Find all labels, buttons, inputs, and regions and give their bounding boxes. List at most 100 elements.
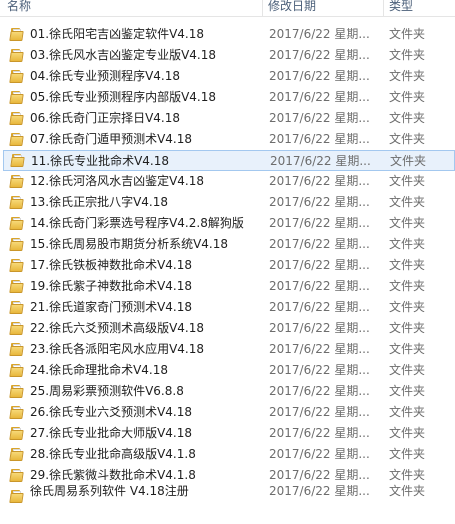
folder-row[interactable]: 15.徐氏周易股市期货分析系统V4.18 2017/6/22 星期... 文件夹 bbox=[0, 234, 455, 255]
column-header-name[interactable]: 名称 bbox=[7, 0, 252, 16]
folder-type: 文件夹 bbox=[389, 363, 426, 377]
folder-row[interactable]: 07.徐氏奇门遁甲预测术V4.18 2017/6/22 星期... 文件夹 bbox=[0, 129, 455, 150]
folder-icon bbox=[9, 301, 24, 314]
folder-row[interactable]: 14.徐氏奇门彩票选号程序V4.2.8解狗版 2017/6/22 星期... 文件夹 bbox=[0, 213, 455, 234]
folder-date-modified: 2017/6/22 星期... bbox=[269, 216, 370, 230]
folder-icon bbox=[9, 175, 24, 188]
folder-type: 文件夹 bbox=[389, 237, 426, 251]
folder-type: 文件夹 bbox=[389, 48, 426, 62]
folder-row[interactable]: 06.徐氏奇门正宗择日V4.18 2017/6/22 星期... 文件夹 bbox=[0, 108, 455, 129]
folder-name: 14.徐氏奇门彩票选号程序V4.2.8解狗版 bbox=[30, 216, 244, 230]
folder-date-modified: 2017/6/22 星期... bbox=[269, 321, 370, 335]
folder-type: 文件夹 bbox=[389, 216, 426, 230]
folder-row[interactable]: 05.徐氏专业预测程序内部版V4.18 2017/6/22 星期... 文件夹 bbox=[0, 87, 455, 108]
folder-name: 21.徐氏道家奇门预测术V4.18 bbox=[30, 300, 193, 314]
folder-type: 文件夹 bbox=[389, 405, 426, 419]
folder-type: 文件夹 bbox=[389, 174, 426, 188]
folder-row[interactable]: 25.周易彩票预测软件V6.8.8 2017/6/22 星期... 文件夹 bbox=[0, 381, 455, 402]
folder-row[interactable]: 17.徐氏铁板神数批命术V4.18 2017/6/22 星期... 文件夹 bbox=[0, 255, 455, 276]
folder-date-modified: 2017/6/22 星期... bbox=[269, 405, 370, 419]
folder-icon bbox=[9, 70, 24, 83]
folder-date-modified: 2017/6/22 星期... bbox=[269, 384, 370, 398]
folder-icon bbox=[9, 238, 24, 251]
folder-name: 04.徐氏专业预测程序V4.18 bbox=[30, 69, 181, 83]
folder-name: 23.徐氏各派阳宅风水应用V4.18 bbox=[30, 342, 205, 356]
folder-name: 03.徐氏风水吉凶鉴定专业版V4.18 bbox=[30, 48, 217, 62]
folder-row[interactable]: 01.徐氏阳宅吉凶鉴定软件V4.18 2017/6/22 星期... 文件夹 bbox=[0, 24, 455, 45]
folder-row[interactable]: 27.徐氏专业批命大师版V4.18 2017/6/22 星期... 文件夹 bbox=[0, 423, 455, 444]
folder-icon bbox=[9, 490, 24, 503]
folder-icon bbox=[9, 406, 24, 419]
folder-type: 文件夹 bbox=[389, 484, 426, 498]
folder-type: 文件夹 bbox=[389, 447, 426, 461]
folder-icon bbox=[9, 448, 24, 461]
folder-name: 13.徐氏正宗批八字V4.18 bbox=[30, 195, 169, 209]
folder-row[interactable]: 28.徐氏专业批命高级版V4.1.8 2017/6/22 星期... 文件夹 bbox=[0, 444, 455, 465]
folder-name: 28.徐氏专业批命高级版V4.1.8 bbox=[30, 447, 196, 461]
folder-date-modified: 2017/6/22 星期... bbox=[269, 90, 370, 104]
folder-name: 27.徐氏专业批命大师版V4.18 bbox=[30, 426, 193, 440]
folder-type: 文件夹 bbox=[389, 300, 426, 314]
folder-icon bbox=[9, 469, 24, 482]
folder-date-modified: 2017/6/22 星期... bbox=[269, 195, 370, 209]
folder-name: 25.周易彩票预测软件V6.8.8 bbox=[30, 384, 184, 398]
folder-type: 文件夹 bbox=[390, 154, 427, 168]
folder-row[interactable]: 04.徐氏专业预测程序V4.18 2017/6/22 星期... 文件夹 bbox=[0, 66, 455, 87]
file-list: 01.徐氏阳宅吉凶鉴定软件V4.18 2017/6/22 星期... 文件夹 03.徐… bbox=[0, 24, 455, 507]
folder-date-modified: 2017/6/22 星期... bbox=[269, 447, 370, 461]
folder-icon bbox=[9, 112, 24, 125]
folder-name: 07.徐氏奇门遁甲预测术V4.18 bbox=[30, 132, 193, 146]
folder-row[interactable]: 13.徐氏正宗批八字V4.18 2017/6/22 星期... 文件夹 bbox=[0, 192, 455, 213]
folder-date-modified: 2017/6/22 星期... bbox=[269, 258, 370, 272]
column-header-type[interactable]: 类型 bbox=[389, 0, 449, 16]
folder-date-modified: 2017/6/22 星期... bbox=[269, 174, 370, 188]
folder-type: 文件夹 bbox=[389, 69, 426, 83]
column-header-bar: 名称 修改日期 类型 bbox=[0, 0, 455, 17]
column-divider[interactable] bbox=[383, 0, 384, 16]
folder-row[interactable]: 23.徐氏各派阳宅风水应用V4.18 2017/6/22 星期... 文件夹 bbox=[0, 339, 455, 360]
column-header-date-modified[interactable]: 修改日期 bbox=[268, 0, 378, 16]
folder-icon bbox=[9, 427, 24, 440]
folder-name: 05.徐氏专业预测程序内部版V4.18 bbox=[30, 90, 217, 104]
folder-icon bbox=[9, 385, 24, 398]
folder-row[interactable]: 26.徐氏专业六爻预测术V4.18 2017/6/22 星期... 文件夹 bbox=[0, 402, 455, 423]
folder-name: 24.徐氏命理批命术V4.18 bbox=[30, 363, 169, 377]
folder-row[interactable]: 21.徐氏道家奇门预测术V4.18 2017/6/22 星期... 文件夹 bbox=[0, 297, 455, 318]
folder-type: 文件夹 bbox=[389, 321, 426, 335]
folder-date-modified: 2017/6/22 星期... bbox=[269, 300, 370, 314]
folder-type: 文件夹 bbox=[389, 384, 426, 398]
folder-date-modified: 2017/6/22 星期... bbox=[269, 69, 370, 83]
folder-name: 06.徐氏奇门正宗择日V4.18 bbox=[30, 111, 181, 125]
folder-name: 22.徐氏六爻预测术高级版V4.18 bbox=[30, 321, 205, 335]
folder-row[interactable]: 11.徐氏专业批命术V4.18 2017/6/22 星期... 文件夹 bbox=[3, 150, 455, 171]
folder-date-modified: 2017/6/22 星期... bbox=[269, 27, 370, 41]
folder-name: 01.徐氏阳宅吉凶鉴定软件V4.18 bbox=[30, 27, 205, 41]
folder-type: 文件夹 bbox=[389, 279, 426, 293]
folder-row[interactable]: 徐氏周易系列软件 V4.18注册 2017/6/22 星期... 文件夹 bbox=[0, 484, 455, 507]
folder-type: 文件夹 bbox=[389, 195, 426, 209]
folder-name: 26.徐氏专业六爻预测术V4.18 bbox=[30, 405, 193, 419]
folder-row[interactable]: 12.徐氏河洛风水吉凶鉴定V4.18 2017/6/22 星期... 文件夹 bbox=[0, 171, 455, 192]
folder-date-modified: 2017/6/22 星期... bbox=[269, 363, 370, 377]
folder-row[interactable]: 19.徐氏紫子神数批命术V4.18 2017/6/22 星期... 文件夹 bbox=[0, 276, 455, 297]
folder-date-modified: 2017/6/22 星期... bbox=[269, 426, 370, 440]
folder-icon bbox=[10, 154, 25, 167]
folder-type: 文件夹 bbox=[389, 27, 426, 41]
folder-type: 文件夹 bbox=[389, 426, 426, 440]
folder-row[interactable]: 24.徐氏命理批命术V4.18 2017/6/22 星期... 文件夹 bbox=[0, 360, 455, 381]
folder-row[interactable]: 22.徐氏六爻预测术高级版V4.18 2017/6/22 星期... 文件夹 bbox=[0, 318, 455, 339]
folder-type: 文件夹 bbox=[389, 342, 426, 356]
folder-icon bbox=[9, 322, 24, 335]
folder-icon bbox=[9, 49, 24, 62]
folder-date-modified: 2017/6/22 星期... bbox=[269, 279, 370, 293]
column-divider[interactable] bbox=[262, 0, 263, 16]
folder-icon bbox=[9, 91, 24, 104]
folder-icon bbox=[9, 133, 24, 146]
folder-name: 17.徐氏铁板神数批命术V4.18 bbox=[30, 258, 193, 272]
folder-type: 文件夹 bbox=[389, 258, 426, 272]
folder-name: 19.徐氏紫子神数批命术V4.18 bbox=[30, 279, 193, 293]
folder-icon bbox=[9, 259, 24, 272]
folder-name: 12.徐氏河洛风水吉凶鉴定V4.18 bbox=[30, 174, 205, 188]
folder-row[interactable]: 03.徐氏风水吉凶鉴定专业版V4.18 2017/6/22 星期... 文件夹 bbox=[0, 45, 455, 66]
folder-icon bbox=[9, 28, 24, 41]
